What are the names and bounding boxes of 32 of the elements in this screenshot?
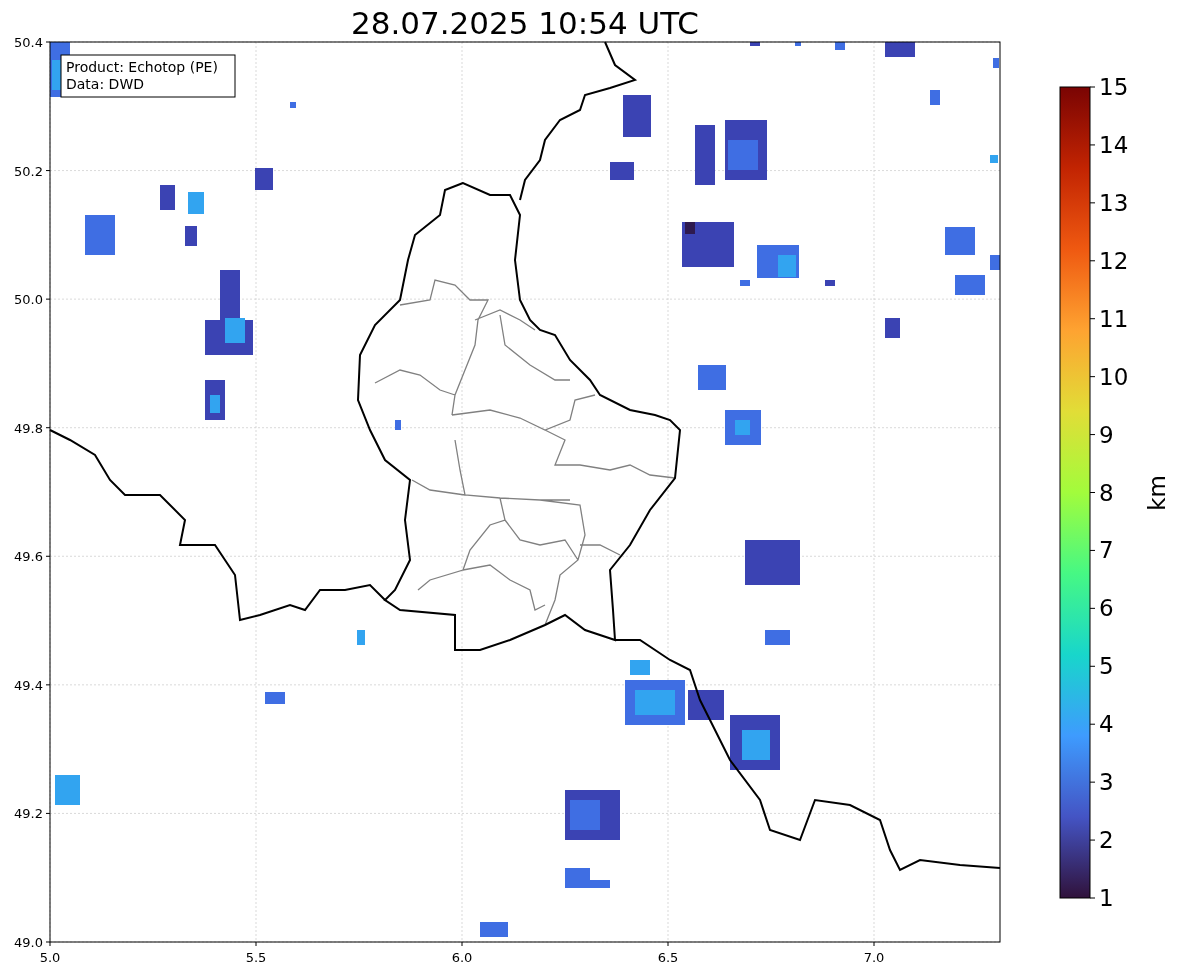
y-tick-label: 49.8: [14, 420, 43, 436]
info-text: Product: Echotop (PE): [66, 59, 218, 75]
y-tick-label: 50.2: [14, 163, 43, 179]
colorbar-tick-label: 5: [1099, 653, 1114, 680]
x-tick-label: 5.5: [245, 950, 267, 965]
colorbar-label: km: [1144, 475, 1170, 511]
colorbar-tick-label: 7: [1099, 537, 1114, 564]
colorbar-tick-label: 15: [1099, 74, 1129, 100]
colorbar-tick-label: 4: [1099, 711, 1114, 738]
colorbar-tick-label: 9: [1099, 421, 1114, 448]
x-tick-label: 7.0: [863, 950, 885, 965]
colorbar-tick-label: 11: [1099, 305, 1129, 332]
colorbar-tick-label: 3: [1099, 769, 1114, 796]
colorbar-tick-label: 14: [1099, 131, 1129, 158]
chart-title: 28.07.2025 10:54 UTC: [351, 5, 699, 41]
colorbar-tick-label: 1: [1099, 885, 1114, 911]
y-tick-label: 49.0: [14, 935, 43, 950]
info-text: Data: DWD: [66, 76, 144, 92]
colorbar-tick-label: 6: [1099, 595, 1114, 622]
y-tick-label: 49.4: [14, 677, 43, 693]
colorbar-tick-label: 12: [1099, 247, 1129, 274]
y-tick-label: 50.4: [14, 35, 43, 50]
colorbar-tick-label: 8: [1099, 479, 1114, 506]
x-tick-label: 6.5: [657, 950, 679, 965]
y-tick-label: 50.0: [14, 292, 43, 308]
y-tick-label: 49.6: [14, 549, 43, 565]
colorbar-tick-label: 2: [1099, 827, 1114, 854]
colorbar-tick-label: 13: [1099, 189, 1129, 216]
x-tick-label: 6.0: [451, 950, 473, 965]
y-tick-label: 49.2: [14, 806, 43, 822]
colorbar-tick-label: 10: [1099, 363, 1129, 390]
x-tick-label: 5.0: [39, 950, 61, 965]
